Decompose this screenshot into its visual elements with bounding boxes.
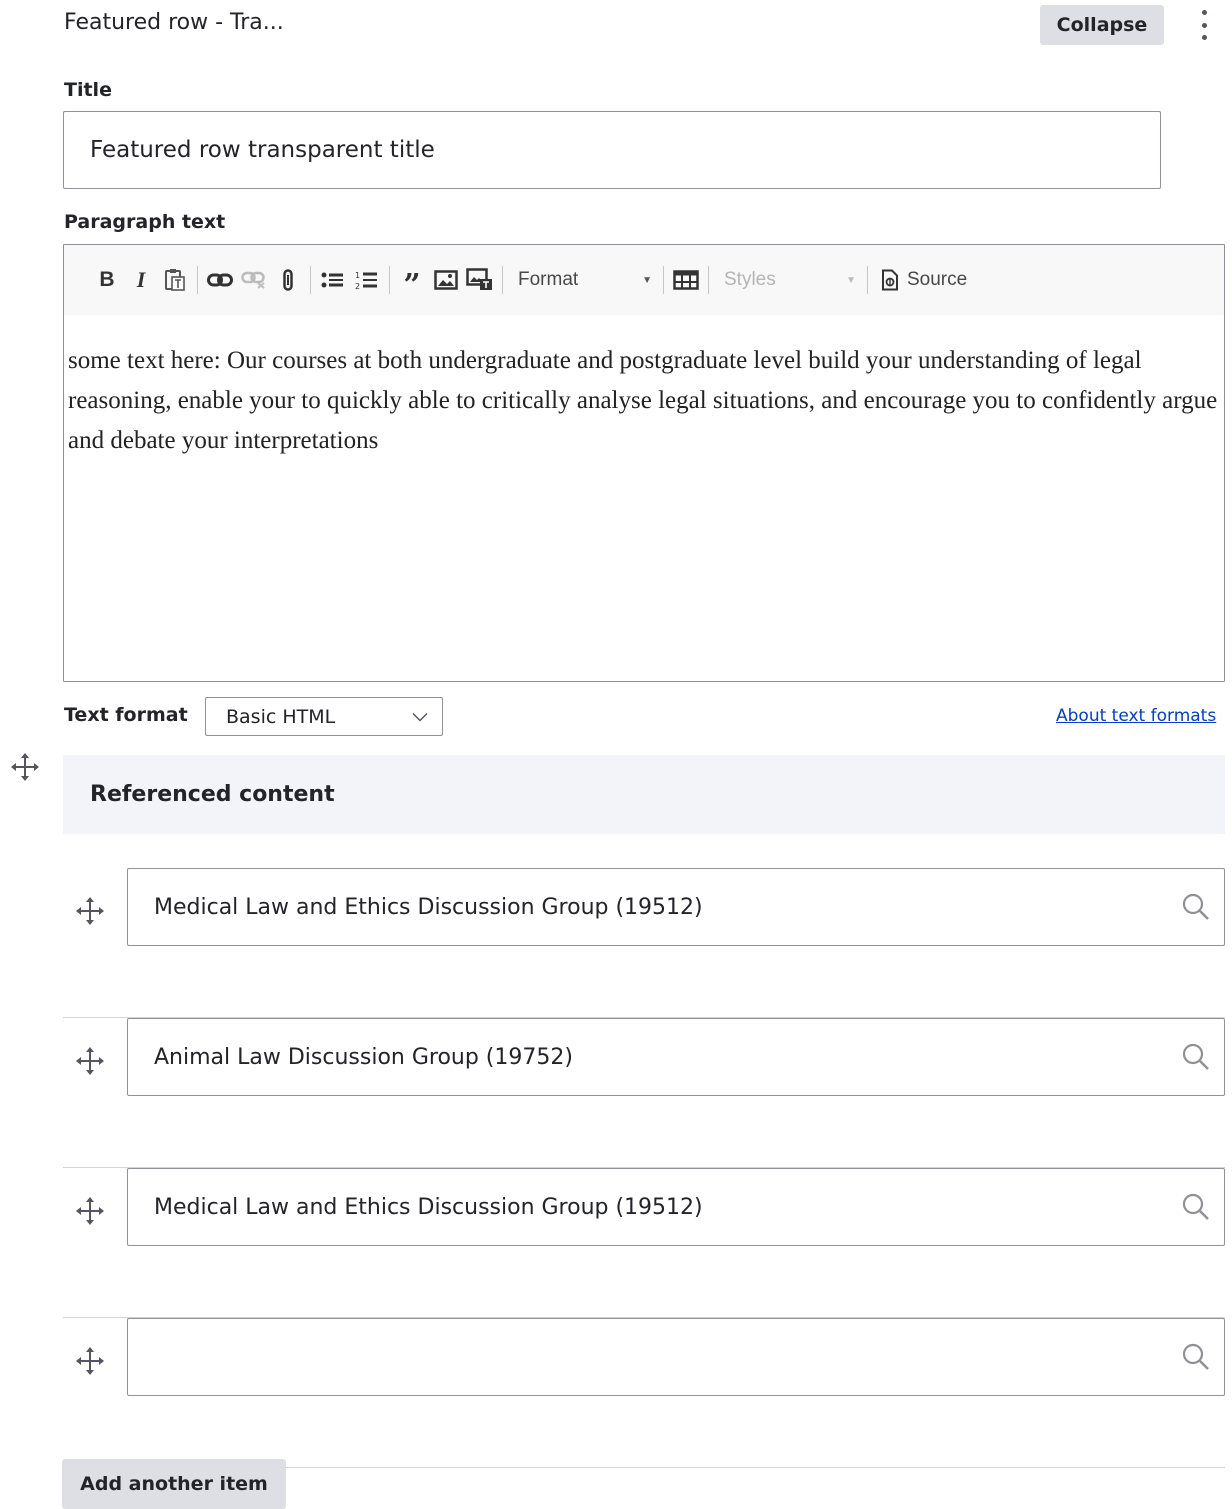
format-dropdown[interactable]: Format ▼ bbox=[508, 263, 658, 297]
move-arrows-icon[interactable] bbox=[75, 1046, 105, 1076]
about-text-formats-link[interactable]: About text formats bbox=[1056, 706, 1216, 726]
title-label: Title bbox=[64, 79, 112, 101]
source-button[interactable]: Source bbox=[873, 269, 975, 291]
paste-text-button[interactable] bbox=[158, 263, 192, 297]
move-arrows-icon[interactable] bbox=[75, 1346, 105, 1376]
image-icon bbox=[434, 270, 458, 290]
bold-icon: B bbox=[99, 268, 115, 291]
numbered-list-button[interactable]: 12 bbox=[350, 263, 384, 297]
reference-autocomplete-input[interactable] bbox=[127, 868, 1225, 946]
title-input[interactable] bbox=[63, 111, 1161, 189]
anchor-icon bbox=[283, 269, 293, 291]
search-icon bbox=[1182, 1343, 1209, 1370]
paste-text-icon bbox=[165, 269, 185, 291]
toolbar-separator bbox=[708, 266, 709, 294]
search-icon bbox=[1182, 1193, 1209, 1220]
move-arrows-icon[interactable] bbox=[75, 1196, 105, 1226]
svg-text:2: 2 bbox=[355, 282, 360, 290]
collapse-button[interactable]: Collapse bbox=[1040, 5, 1164, 45]
dropdown-arrow-icon: ▼ bbox=[642, 274, 652, 286]
quote-icon: ” bbox=[403, 268, 421, 303]
add-another-item-button[interactable]: Add another item bbox=[62, 1459, 286, 1509]
chevron-down-icon bbox=[412, 712, 428, 722]
numbered-list-icon: 12 bbox=[355, 271, 377, 290]
reference-autocomplete-input[interactable] bbox=[127, 1168, 1225, 1246]
bold-button[interactable]: B bbox=[90, 263, 124, 297]
paragraph-text-label: Paragraph text bbox=[64, 211, 226, 233]
search-icon bbox=[1182, 1043, 1209, 1070]
media-embed-button[interactable] bbox=[463, 263, 497, 297]
toolbar-separator bbox=[867, 266, 868, 294]
unlink-icon bbox=[241, 271, 265, 289]
paragraph-summary-title: Featured row - Tra... bbox=[64, 10, 284, 35]
rich-text-editor: B I 12 ” Format ▼ Styles ▼ Source some t… bbox=[63, 244, 1225, 682]
referenced-content-header: Referenced content bbox=[63, 755, 1225, 834]
text-format-selected: Basic HTML bbox=[226, 705, 336, 728]
reference-row bbox=[63, 1018, 1225, 1168]
editor-content[interactable]: some text here: Our courses at both unde… bbox=[68, 341, 1222, 461]
move-arrows-icon[interactable] bbox=[75, 896, 105, 926]
styles-dropdown-label: Styles bbox=[724, 269, 776, 290]
italic-icon: I bbox=[136, 267, 146, 292]
table-button[interactable] bbox=[669, 263, 703, 297]
toolbar-separator bbox=[310, 266, 311, 294]
bulleted-list-icon bbox=[321, 272, 343, 288]
move-arrows-icon[interactable] bbox=[10, 752, 40, 782]
table-icon bbox=[673, 270, 699, 290]
toolbar-separator bbox=[389, 266, 390, 294]
dropdown-arrow-icon: ▼ bbox=[846, 274, 856, 286]
blockquote-button[interactable]: ” bbox=[395, 263, 429, 301]
toolbar-separator bbox=[197, 266, 198, 294]
toolbar-separator bbox=[663, 266, 664, 294]
source-button-label: Source bbox=[907, 269, 968, 290]
reference-autocomplete-input[interactable] bbox=[127, 1018, 1225, 1096]
text-format-label: Text format bbox=[64, 704, 188, 726]
unlink-button[interactable] bbox=[237, 263, 271, 297]
bulleted-list-button[interactable] bbox=[316, 263, 350, 297]
link-icon bbox=[207, 273, 233, 287]
reference-row bbox=[63, 1168, 1225, 1318]
reference-autocomplete-input[interactable] bbox=[127, 1318, 1225, 1396]
reference-row bbox=[63, 868, 1225, 1018]
reference-row bbox=[63, 1318, 1225, 1468]
search-icon bbox=[1182, 893, 1209, 920]
format-dropdown-label: Format bbox=[518, 269, 579, 290]
editor-toolbar: B I 12 ” Format ▼ Styles ▼ Source bbox=[64, 245, 1224, 315]
more-actions-icon[interactable] bbox=[1196, 8, 1212, 42]
source-icon bbox=[882, 269, 898, 291]
italic-button[interactable]: I bbox=[124, 263, 158, 297]
toolbar-separator bbox=[502, 266, 503, 294]
link-button[interactable] bbox=[203, 263, 237, 297]
anchor-button[interactable] bbox=[271, 263, 305, 297]
image-button[interactable] bbox=[429, 263, 463, 297]
svg-text:1: 1 bbox=[355, 271, 360, 280]
media-embed-icon bbox=[466, 268, 492, 290]
styles-dropdown[interactable]: Styles ▼ bbox=[714, 263, 862, 297]
text-format-select[interactable]: Basic HTML bbox=[205, 697, 443, 736]
